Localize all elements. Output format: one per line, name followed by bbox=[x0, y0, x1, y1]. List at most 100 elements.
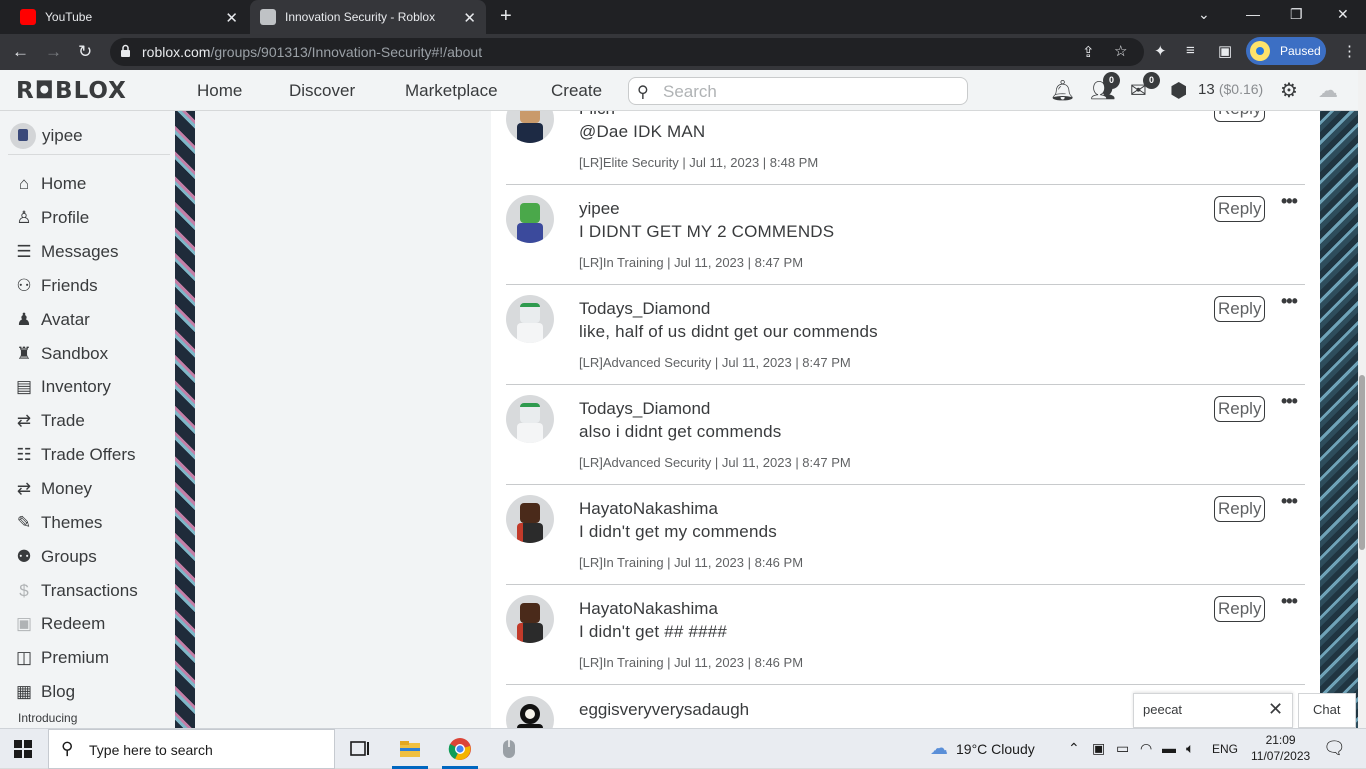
comment-avatar[interactable] bbox=[506, 696, 554, 728]
chat-conversation-tab[interactable]: peecat ✕ bbox=[1133, 693, 1293, 728]
comment-avatar[interactable] bbox=[506, 111, 554, 143]
comment-avatar[interactable] bbox=[506, 495, 554, 543]
sidebar-item-premium[interactable]: ◫ Premium bbox=[12, 648, 109, 668]
address-bar[interactable]: roblox.com/groups/901313/Innovation-Secu… bbox=[110, 38, 1144, 66]
nav-marketplace[interactable]: Marketplace bbox=[405, 81, 498, 101]
comment-avatar[interactable] bbox=[506, 595, 554, 643]
sidebar-item-trade-offers[interactable]: ☷ Trade Offers bbox=[12, 445, 135, 465]
nav-create[interactable]: Create bbox=[551, 81, 602, 101]
robux-balance[interactable]: 13 ($0.16) bbox=[1198, 81, 1263, 98]
sidebar-item-money[interactable]: ⇄ Money bbox=[12, 479, 92, 499]
restore-icon[interactable]: ❐ bbox=[1290, 6, 1303, 23]
more-options-icon[interactable]: ••• bbox=[1281, 491, 1298, 512]
more-options-icon[interactable]: ••• bbox=[1281, 111, 1297, 112]
comment-author[interactable]: HayatoNakashima bbox=[579, 499, 718, 519]
more-options-icon[interactable]: ••• bbox=[1281, 291, 1298, 312]
settings-gear-icon[interactable]: ⚙ bbox=[1280, 78, 1298, 103]
builders-club-icon[interactable]: ☁ bbox=[1318, 78, 1338, 103]
reload-icon[interactable]: ↻ bbox=[78, 42, 92, 62]
reply-button[interactable]: Reply bbox=[1214, 111, 1266, 122]
reply-button[interactable]: Reply bbox=[1214, 396, 1266, 422]
file-explorer-icon[interactable] bbox=[398, 737, 422, 761]
comment-avatar[interactable] bbox=[506, 295, 554, 343]
volume-icon[interactable]: 🔈︎ bbox=[1186, 740, 1194, 757]
more-options-icon[interactable]: ••• bbox=[1281, 191, 1298, 212]
forward-icon[interactable]: → bbox=[45, 42, 62, 62]
sidebar-item-home[interactable]: ⌂ Home bbox=[12, 174, 87, 194]
window-close-icon[interactable]: ✕ bbox=[1337, 6, 1349, 23]
reply-button[interactable]: Reply bbox=[1214, 296, 1266, 322]
comment-avatar[interactable] bbox=[506, 195, 554, 243]
wifi-icon[interactable]: ◠ bbox=[1140, 740, 1152, 757]
comment-avatar[interactable] bbox=[506, 395, 554, 443]
notification-center-icon[interactable]: 🗨︎ bbox=[1323, 738, 1346, 759]
comment-author[interactable]: HayatoNakashima bbox=[579, 599, 718, 619]
battery-icon[interactable]: ▬ bbox=[1162, 740, 1176, 756]
notifications-icon[interactable]: 🔔︎ bbox=[1050, 78, 1075, 103]
bookmark-star-icon[interactable]: ☆ bbox=[1114, 42, 1127, 60]
reply-button[interactable]: Reply bbox=[1214, 496, 1266, 522]
nav-discover[interactable]: Discover bbox=[289, 81, 355, 101]
close-tab-icon[interactable]: ✕ bbox=[463, 9, 476, 27]
reply-button[interactable]: Reply bbox=[1214, 596, 1266, 622]
sidebar-item-sandbox[interactable]: ♜ Sandbox bbox=[12, 344, 108, 364]
windows-start-icon[interactable] bbox=[14, 740, 32, 758]
close-tab-icon[interactable]: ✕ bbox=[225, 9, 238, 27]
chat-button[interactable]: Chat bbox=[1298, 693, 1356, 728]
tab-roblox[interactable]: Innovation Security - Roblox ✕ bbox=[250, 0, 486, 34]
comment-author[interactable]: yipee bbox=[579, 199, 620, 219]
extensions-icon[interactable]: ✦ bbox=[1154, 42, 1167, 60]
media-control-icon[interactable]: ≡ bbox=[1186, 42, 1195, 59]
roblox-logo[interactable]: R◘BLOX bbox=[16, 78, 127, 104]
share-icon[interactable]: ⇪ bbox=[1082, 43, 1095, 61]
sidebar-item-transactions[interactable]: $ Transactions bbox=[12, 581, 137, 601]
taskbar-search-input[interactable]: ⚲ Type here to search bbox=[48, 729, 335, 769]
profile-paused-button[interactable]: Paused bbox=[1246, 37, 1326, 65]
sidebar-user[interactable]: yipee bbox=[10, 123, 83, 149]
comment-author[interactable]: Todays_Diamond bbox=[579, 399, 710, 419]
close-chat-icon[interactable]: ✕ bbox=[1268, 699, 1283, 720]
scrollbar-thumb[interactable] bbox=[1359, 375, 1365, 550]
more-options-icon[interactable]: ••• bbox=[1281, 591, 1298, 612]
reply-button[interactable]: Reply bbox=[1214, 196, 1266, 222]
sidebar-item-groups[interactable]: ⚉ Groups bbox=[12, 547, 96, 567]
sidebar-item-friends[interactable]: ⚇ Friends bbox=[12, 276, 97, 296]
comment-author[interactable]: Filch bbox=[579, 111, 615, 119]
weather-widget[interactable]: ☁ 19°C Cloudy bbox=[930, 738, 1035, 759]
tab-search-icon[interactable]: ⌄ bbox=[1198, 6, 1210, 23]
sidebar-item-themes[interactable]: ✎ Themes bbox=[12, 513, 103, 533]
search-icon: ⚲ bbox=[637, 84, 649, 101]
minimize-icon[interactable]: — bbox=[1246, 6, 1260, 22]
sidebar-item-avatar[interactable]: ♟ Avatar bbox=[12, 310, 89, 330]
chrome-menu-icon[interactable]: ⋮ bbox=[1342, 42, 1357, 60]
show-hidden-icons-icon[interactable]: ⌃ bbox=[1068, 740, 1080, 757]
comment-mention[interactable]: @Dae bbox=[579, 122, 628, 141]
sidebar-item-inventory[interactable]: ▤ Inventory bbox=[12, 377, 111, 397]
back-icon[interactable]: ← bbox=[12, 42, 29, 62]
more-options-icon[interactable]: ••• bbox=[1281, 391, 1298, 412]
comment-author[interactable]: eggisveryverysadaugh bbox=[579, 700, 749, 720]
comment-text: I didn't get my commends bbox=[579, 522, 777, 541]
mouse-app-icon[interactable] bbox=[497, 737, 521, 761]
nav-home[interactable]: Home bbox=[197, 81, 242, 101]
search-input[interactable]: ⚲ Search bbox=[628, 77, 968, 105]
sidebar-item-trade[interactable]: ⇄ Trade bbox=[12, 411, 85, 431]
language-indicator[interactable]: ENG bbox=[1212, 742, 1238, 756]
system-clock[interactable]: 21:09 11/07/2023 bbox=[1251, 732, 1310, 764]
messages-badge: 0 bbox=[1143, 72, 1160, 89]
chrome-icon[interactable] bbox=[448, 737, 472, 761]
sidebar-item-messages[interactable]: ☰ Messages bbox=[12, 242, 118, 262]
robux-icon[interactable]: ⬢ bbox=[1170, 78, 1187, 103]
task-view-icon[interactable] bbox=[348, 737, 372, 761]
sidebar-item-blog[interactable]: ▦ Blog bbox=[12, 682, 75, 702]
introducing-label[interactable]: Introducing bbox=[18, 711, 77, 725]
comment-author[interactable]: Todays_Diamond bbox=[579, 299, 710, 319]
page-scrollbar[interactable] bbox=[1358, 70, 1366, 728]
new-tab-icon[interactable]: + bbox=[500, 5, 512, 28]
side-panel-icon[interactable]: ▣ bbox=[1218, 42, 1232, 60]
sidebar-item-redeem[interactable]: ▣ Redeem bbox=[12, 614, 105, 634]
display-icon[interactable]: ▭ bbox=[1116, 740, 1129, 757]
meet-now-icon[interactable]: ▣ bbox=[1092, 740, 1105, 757]
sidebar-item-profile[interactable]: ♙ Profile bbox=[12, 208, 89, 228]
tab-youtube[interactable]: YouTube ✕ bbox=[8, 0, 248, 34]
